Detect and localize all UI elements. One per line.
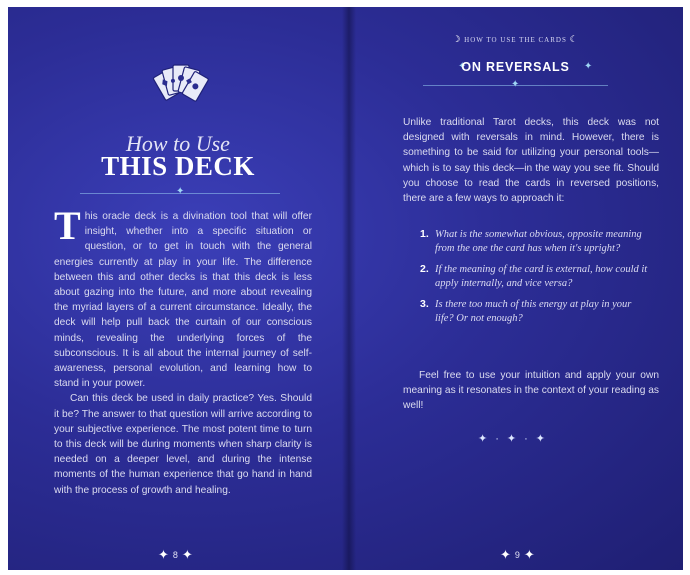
sparkle-icon: ✦ xyxy=(158,547,169,562)
drop-cap: T xyxy=(54,203,81,248)
intro-paragraph: Unlike traditional Tarot decks, this dec… xyxy=(403,117,659,205)
list-number: 3. xyxy=(420,298,429,311)
reversal-questions-list: 1. What is the somewhat obvious, opposit… xyxy=(420,228,650,334)
sparkle-ornament: ✦·✦·✦ xyxy=(478,433,553,445)
sparkle-icon: ✦ xyxy=(181,547,193,562)
list-item: 1. What is the somewhat obvious, opposit… xyxy=(420,228,650,255)
closing-paragraph: Feel free to use your intuition and appl… xyxy=(403,370,659,412)
paragraph: Can this deck be used in daily practice?… xyxy=(54,393,312,496)
crescent-moon-icon: ☽ xyxy=(452,34,462,44)
list-item: 3. Is there too much of this energy at p… xyxy=(420,298,650,325)
sparkle-icon: ✦ xyxy=(506,433,525,445)
sparkle-icon: ✦ xyxy=(500,547,511,562)
list-number: 1. xyxy=(420,228,429,240)
tarot-cards-icon xyxy=(152,64,209,102)
sparkle-icon: ✦ xyxy=(535,433,553,445)
page-number-footer: ✦ 9 ✦ xyxy=(500,547,535,563)
running-head: ☽ HOW TO USE THE CARDS ☾ xyxy=(348,34,683,45)
list-item: 2. If the meaning of the card is externa… xyxy=(420,263,650,290)
sparkle-icon: ✦ xyxy=(176,186,185,197)
page-number-footer: ✦ 8 ✦ xyxy=(158,547,193,563)
page-title: THIS DECK xyxy=(101,151,255,181)
page-number: 9 xyxy=(514,550,520,560)
left-body-text: T his oracle deck is a divination tool t… xyxy=(54,203,312,498)
sparkle-icon: ✦ xyxy=(478,433,496,445)
list-text: Is there too much of this energy at play… xyxy=(435,299,632,324)
list-text: If the meaning of the card is external, … xyxy=(435,264,648,289)
section-title: ON REVERSALS xyxy=(461,60,570,74)
list-text: What is the somewhat obvious, opposite m… xyxy=(435,229,642,254)
paragraph: his oracle deck is a divination tool tha… xyxy=(54,211,312,390)
right-page: ☽ HOW TO USE THE CARDS ☾ ✦ ON REVERSALS … xyxy=(348,7,683,570)
sparkle-icon: ✦ xyxy=(523,547,535,562)
crescent-moon-icon: ☾ xyxy=(569,34,579,44)
page-number: 8 xyxy=(172,550,178,560)
running-head-text: HOW TO USE THE CARDS xyxy=(464,36,567,44)
sparkle-icon: ✦ xyxy=(584,61,593,72)
list-number: 2. xyxy=(420,263,429,276)
sparkle-icon: ✦ xyxy=(511,79,520,90)
left-page: How to Use THIS DECK ✦ T his oracle deck… xyxy=(8,7,348,570)
book-spread: How to Use THIS DECK ✦ T his oracle deck… xyxy=(8,7,683,570)
